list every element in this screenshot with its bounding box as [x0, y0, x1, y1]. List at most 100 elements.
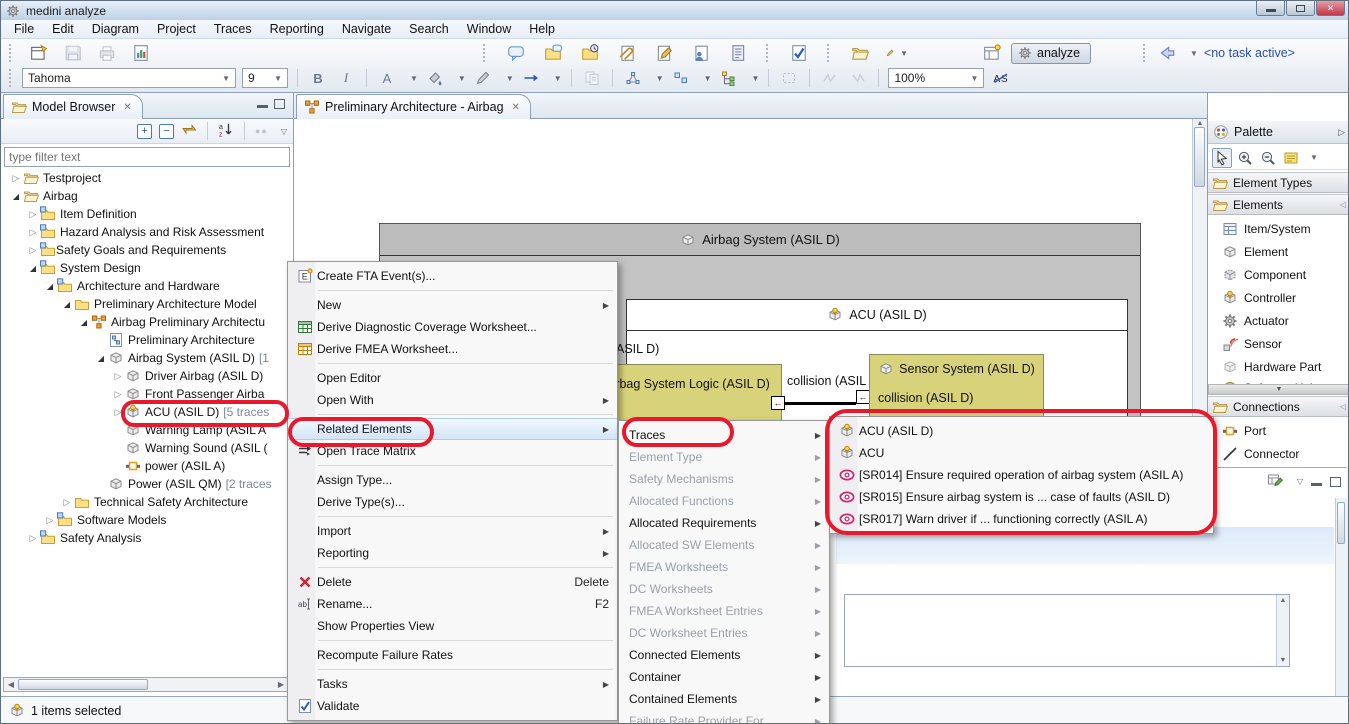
menu-item-derive-types[interactable]: Derive Type(s)...: [288, 491, 617, 513]
scroll-down-icon[interactable]: ▼: [1280, 657, 1287, 664]
back-arrow-button[interactable]: [1156, 42, 1178, 64]
perspective-analyze-button[interactable]: analyze: [1011, 43, 1091, 64]
menu-item-derive-fmea-worksheet[interactable]: Derive FMEA Worksheet...: [288, 338, 617, 360]
expander-icon[interactable]: ▷: [111, 371, 125, 382]
connector-collision[interactable]: [785, 402, 856, 405]
scrollbar-thumb[interactable]: [1337, 502, 1345, 544]
view-menu-icon[interactable]: ▽: [281, 127, 287, 136]
maximize-view-icon[interactable]: [1330, 477, 1341, 487]
trace-item-sr015[interactable]: [SR015] Ensure airbag system is ... case…: [830, 486, 1213, 508]
tree-item-software-models[interactable]: ▷Software Models: [1, 511, 293, 529]
trace-item-sr014[interactable]: [SR014] Ensure required operation of air…: [830, 464, 1213, 486]
line-color-button[interactable]: [472, 67, 494, 89]
title-bar[interactable]: medini analyze ✕: [1, 1, 1348, 20]
palette-item-component[interactable]: Component: [1208, 264, 1349, 286]
menu-diagram[interactable]: Diagram: [83, 20, 148, 38]
filter-input[interactable]: [4, 147, 290, 167]
drawer-element-types[interactable]: Element Types: [1208, 172, 1349, 193]
expander-icon[interactable]: ▷: [26, 227, 40, 238]
dropdown-arrow-icon[interactable]: ▼: [971, 74, 979, 83]
palette-item-controller[interactable]: Controller: [1208, 287, 1349, 309]
trace-item-acu-asil-d[interactable]: ACU (ASIL D): [830, 420, 1213, 442]
expander-icon[interactable]: ◢: [26, 264, 40, 273]
tree-item-testproject[interactable]: ▷Testproject: [1, 169, 293, 187]
pin-drawer-icon[interactable]: ◁: [1340, 200, 1346, 209]
zoom-combo[interactable]: 100%▼: [888, 68, 984, 88]
review-document-button[interactable]: [690, 42, 712, 64]
back-dropdown-icon[interactable]: ▼: [1190, 49, 1198, 58]
zoom-in-tool[interactable]: [1235, 148, 1255, 168]
validate-button[interactable]: [788, 42, 810, 64]
submenu-item-contained-elements[interactable]: Contained Elements▶: [619, 688, 829, 710]
menu-item-recompute-failure-rates[interactable]: Recompute Failure Rates: [288, 644, 617, 666]
tree-item-airbag-preliminary-architecture[interactable]: ◢Airbag Preliminary Architectu: [1, 313, 293, 331]
fill-color-button[interactable]: [424, 67, 446, 89]
menu-item-rename[interactable]: Rename...F2: [288, 593, 617, 615]
dropdown-arrow-icon[interactable]: ▼: [274, 74, 282, 83]
submenu-item-element-type[interactable]: Element Type▶: [619, 446, 829, 468]
note-dropdown-icon[interactable]: ▼: [1310, 153, 1318, 162]
hide-bendpoints-button[interactable]: [847, 67, 869, 89]
edit-table-icon[interactable]: [1267, 472, 1283, 491]
expand-all-button[interactable]: +: [137, 124, 152, 139]
selection-marquee-button[interactable]: [778, 67, 800, 89]
copy-appearance-button[interactable]: [581, 67, 603, 89]
open-perspective-button[interactable]: [981, 42, 1003, 64]
italic-button[interactable]: I: [335, 67, 357, 89]
expander-icon[interactable]: ◢: [9, 192, 23, 201]
palette-scroll-indicator[interactable]: ▼: [1208, 384, 1349, 395]
tree-item-power[interactable]: Power (ASIL QM)[2 traces: [1, 475, 293, 493]
open-folder-button[interactable]: [849, 42, 871, 64]
comment-button[interactable]: [505, 42, 527, 64]
submenu-item-connected-elements[interactable]: Connected Elements▶: [619, 644, 829, 666]
trace-item-sr017[interactable]: [SR017] Warn driver if ... functioning c…: [830, 508, 1213, 530]
drawer-connections[interactable]: Connections ◁: [1208, 396, 1349, 417]
maximize-view-icon[interactable]: [274, 99, 285, 109]
dropdown-arrow-icon[interactable]: ▼: [506, 74, 514, 83]
filters-button[interactable]: ●●: [255, 126, 268, 136]
menu-item-tasks[interactable]: Tasks▶: [288, 673, 617, 695]
menu-item-show-properties-view[interactable]: Show Properties View: [288, 615, 617, 637]
palette-header[interactable]: Palette ▷: [1208, 121, 1349, 144]
tree-item-technical-safety-architecture[interactable]: ▷Technical Safety Architecture: [1, 493, 293, 511]
tree-item-airbag-system[interactable]: ◢Airbag System (ASIL D)[1: [1, 349, 293, 367]
model-browser-tab[interactable]: Model Browser ✕: [3, 94, 143, 119]
port-collision-left[interactable]: ←: [771, 396, 785, 410]
tree-item-hazard-analysis[interactable]: ▷Hazard Analysis and Risk Assessment: [1, 223, 293, 241]
acu-header[interactable]: ACU (ASIL D): [627, 300, 1127, 331]
layout-tree-button[interactable]: [718, 67, 740, 89]
tree-item-airbag[interactable]: ◢Airbag: [1, 187, 293, 205]
expander-icon[interactable]: ▷: [43, 515, 57, 526]
report-button[interactable]: [130, 42, 152, 64]
maximize-button[interactable]: [1286, 1, 1315, 16]
marker-pen-button[interactable]: ▼: [886, 42, 908, 64]
dropdown-arrow-icon[interactable]: ▼: [656, 74, 664, 83]
palette-item-connector[interactable]: Connector: [1208, 443, 1349, 465]
document-button[interactable]: [727, 42, 749, 64]
scroll-right-icon[interactable]: ▶: [274, 680, 288, 689]
scrollbar-thumb[interactable]: [18, 679, 148, 690]
dropdown-arrow-icon[interactable]: ▼: [900, 49, 908, 58]
dropdown-arrow-icon[interactable]: ▼: [222, 74, 230, 83]
expander-icon[interactable]: ▷: [26, 533, 40, 544]
link-with-editor-button[interactable]: [181, 122, 197, 141]
collapse-palette-icon[interactable]: ▷: [1338, 127, 1345, 138]
expander-icon[interactable]: ◢: [77, 318, 91, 327]
menu-project[interactable]: Project: [148, 20, 205, 38]
close-tab-icon[interactable]: ✕: [512, 102, 520, 113]
minimize-view-icon[interactable]: [257, 99, 268, 108]
palette-item-item-system[interactable]: Item/System: [1208, 218, 1349, 240]
port-collision-right[interactable]: ←: [856, 390, 870, 404]
palette-item-element[interactable]: Element: [1208, 241, 1349, 263]
note-tool[interactable]: [1281, 148, 1301, 168]
submenu-item-dc-worksheet-entries[interactable]: DC Worksheet Entries▶: [619, 622, 829, 644]
tree-item-item-definition[interactable]: ▷Item Definition: [1, 205, 293, 223]
menu-navigate[interactable]: Navigate: [333, 20, 400, 38]
close-button[interactable]: ✕: [1316, 1, 1345, 16]
horizontal-scrollbar[interactable]: ◀ ▶: [3, 677, 289, 692]
tree-item-power-port[interactable]: power (ASIL A): [1, 457, 293, 475]
line-style-button[interactable]: [520, 67, 542, 89]
align-boxes-button[interactable]: [670, 67, 692, 89]
properties-text-area[interactable]: ▲▼: [844, 594, 1290, 667]
menu-reporting[interactable]: Reporting: [261, 20, 333, 38]
